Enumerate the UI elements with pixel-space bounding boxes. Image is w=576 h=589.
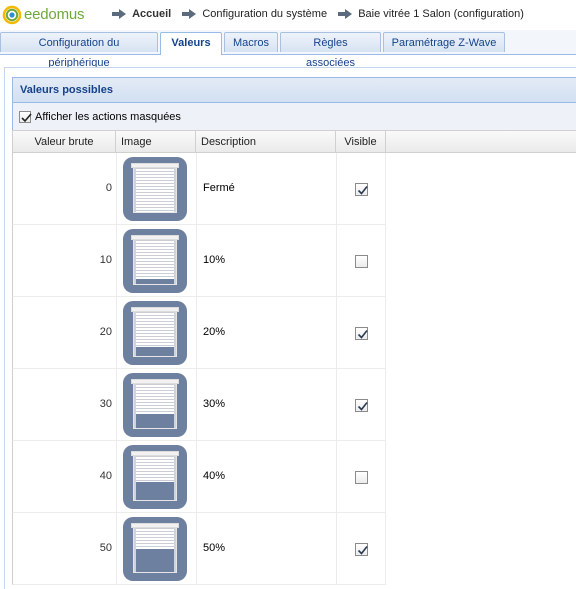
image-cell: [116, 297, 196, 368]
checkmark-icon: [357, 546, 368, 555]
table-row[interactable]: 20 20%: [12, 297, 386, 369]
tab-bar: Configuration du périphérique Valeurs Ma…: [0, 30, 576, 69]
raw-value-cell: 0: [105, 182, 112, 194]
column-header-image[interactable]: Image: [116, 131, 196, 153]
shutter-30-icon[interactable]: [123, 373, 187, 437]
panel-header: Valeurs possibles: [12, 77, 576, 103]
visible-cell: [336, 369, 386, 440]
image-cell: [116, 369, 196, 440]
shutter-closed-icon[interactable]: [123, 157, 187, 221]
raw-value-cell: 40: [99, 470, 112, 482]
visible-cell: [336, 441, 386, 512]
top-bar: eedomus Accueil Configuration du système…: [0, 0, 576, 30]
image-cell: [116, 153, 196, 224]
breadcrumb-system-config[interactable]: Configuration du système: [202, 8, 327, 20]
raw-value-cell: 30: [99, 398, 112, 410]
panel-toolbar: Afficher les actions masquées: [12, 103, 576, 130]
checkmark-icon: [357, 402, 368, 411]
tab-macros[interactable]: Macros: [224, 32, 278, 52]
visible-checkbox[interactable]: [355, 471, 368, 484]
table-row[interactable]: 50 50%: [12, 513, 386, 585]
description-cell[interactable]: 40%: [196, 441, 336, 512]
visible-checkbox[interactable]: [355, 255, 368, 268]
column-header-description[interactable]: Description: [196, 131, 336, 153]
breadcrumb-home[interactable]: Accueil: [132, 8, 171, 20]
eedomus-logo-icon[interactable]: [2, 5, 22, 25]
visible-checkbox[interactable]: [355, 183, 368, 196]
table-row[interactable]: 30 30%: [12, 369, 386, 441]
grid-body: 0 Fermé 10 10% 20 20% 30 30% 40 40% 50 50%: [12, 153, 386, 588]
shutter-40-icon[interactable]: [123, 445, 187, 509]
column-header-visible[interactable]: Visible: [336, 131, 386, 153]
table-row[interactable]: 10 10%: [12, 225, 386, 297]
raw-value-cell: 10: [99, 254, 112, 266]
image-cell: [116, 513, 196, 584]
visible-checkbox[interactable]: [355, 543, 368, 556]
raw-value-cell: 50: [99, 542, 112, 554]
breadcrumb-current-device: Baie vitrée 1 Salon (configuration): [358, 8, 524, 21]
visible-cell: [336, 153, 386, 224]
description-cell[interactable]: 20%: [196, 297, 336, 368]
raw-value-cell: 20: [99, 326, 112, 338]
breadcrumb: Accueil Configuration du système Baie vi…: [112, 8, 524, 24]
table-row[interactable]: 40 40%: [12, 441, 386, 513]
arrow-right-icon: [338, 9, 353, 20]
image-cell: [116, 441, 196, 512]
shutter-20-icon[interactable]: [123, 301, 187, 365]
visible-cell: [336, 297, 386, 368]
description-cell[interactable]: Fermé: [196, 153, 336, 224]
checkmark-icon: [357, 330, 368, 339]
table-row[interactable]: 0 Fermé: [12, 153, 386, 225]
description-cell[interactable]: 50%: [196, 513, 336, 584]
panel-title: Valeurs possibles: [20, 84, 113, 96]
arrow-right-icon: [112, 9, 126, 20]
arrow-right-icon: [182, 9, 197, 20]
tab-zwave-settings[interactable]: Paramétrage Z-Wave: [383, 32, 505, 52]
show-hidden-actions-checkbox[interactable]: [19, 111, 32, 123]
image-cell: [116, 225, 196, 296]
tab-device-configuration[interactable]: Configuration du périphérique: [0, 32, 158, 69]
shutter-10-icon[interactable]: [123, 229, 187, 293]
grid-header: Valeur brute Image Description Visible: [12, 130, 576, 153]
tab-associated-rules[interactable]: Règles associées: [280, 32, 381, 69]
tab-values[interactable]: Valeurs: [160, 32, 222, 55]
visible-checkbox[interactable]: [355, 327, 368, 340]
description-cell[interactable]: 10%: [196, 225, 336, 296]
shutter-50-icon[interactable]: [123, 517, 187, 581]
checkmark-icon: [21, 113, 32, 123]
visible-checkbox[interactable]: [355, 399, 368, 412]
column-header-raw-value[interactable]: Valeur brute: [13, 131, 116, 153]
show-hidden-actions-label[interactable]: Afficher les actions masquées: [35, 111, 181, 123]
brand-name[interactable]: eedomus: [24, 6, 85, 23]
visible-cell: [336, 513, 386, 584]
visible-cell: [336, 225, 386, 296]
description-cell[interactable]: 30%: [196, 369, 336, 440]
checkmark-icon: [357, 186, 368, 195]
